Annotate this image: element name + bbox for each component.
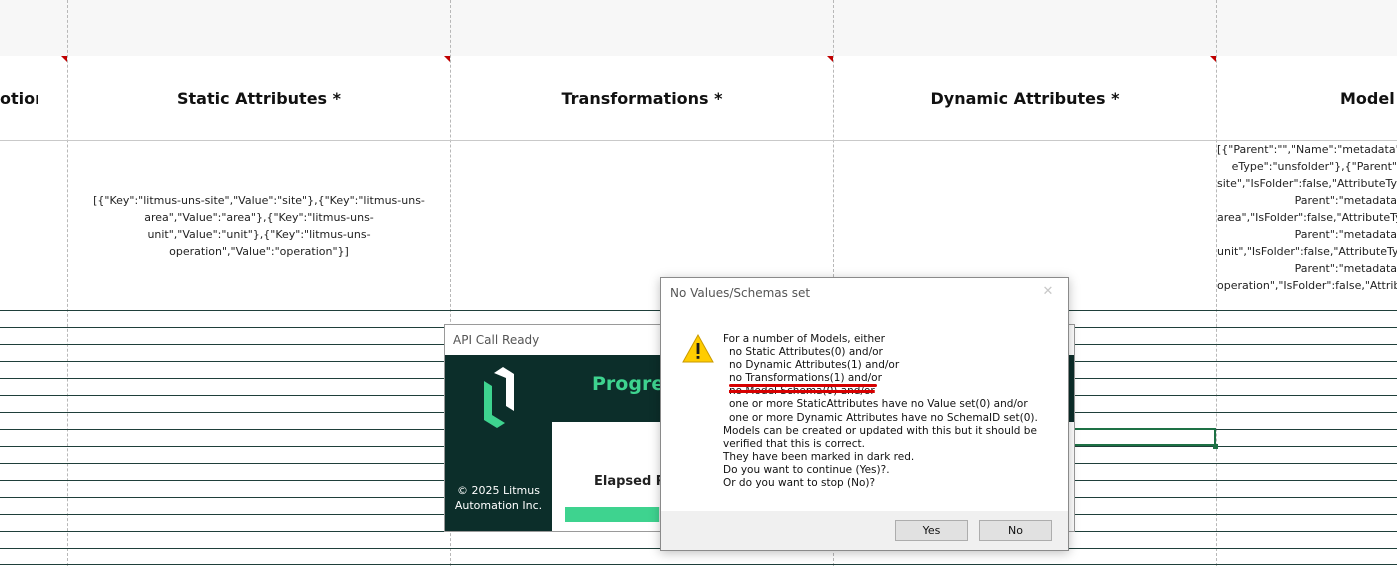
header-band (0, 0, 1397, 56)
message-line: Or do you want to stop (No)? (723, 477, 876, 490)
comment-marker (444, 56, 450, 62)
comment-marker (61, 56, 67, 62)
close-icon[interactable]: ✕ (1040, 284, 1056, 300)
message-line: no Static Attributes(0) and/or (729, 346, 883, 359)
comment-marker (1210, 56, 1216, 62)
header-separator (0, 140, 1397, 141)
dialog-footer: Yes No (661, 511, 1068, 550)
message-line: no Dynamic Attributes(1) and/or (729, 359, 900, 372)
column-header-description[interactable]: otion (0, 86, 38, 112)
message-line: For a number of Models, either (723, 333, 885, 345)
column-header-static-attributes[interactable]: Static Attributes * (68, 86, 450, 112)
dialog-message: For a number of Models, either no Static… (723, 333, 1063, 490)
selected-cell[interactable] (1073, 428, 1216, 446)
api-window-sidebar: © 2025 Litmus Automation Inc. (445, 355, 552, 531)
message-line: Models can be created or updated with th… (723, 424, 1037, 437)
yes-button[interactable]: Yes (895, 520, 968, 541)
red-annotation-underline (729, 384, 877, 387)
dialog-title: No Values/Schemas set (670, 286, 811, 300)
no-values-dialog: No Values/Schemas set ✕ For a number of … (660, 277, 1069, 551)
no-button[interactable]: No (979, 520, 1052, 541)
warning-icon (682, 333, 714, 367)
row-border (0, 564, 1397, 565)
litmus-logo-icon (481, 367, 517, 433)
column-header-dynamic-attributes[interactable]: Dynamic Attributes * (834, 86, 1216, 112)
column-header-transformations[interactable]: Transformations * (451, 86, 833, 112)
message-line: They have been marked in dark red. (723, 450, 915, 463)
model-cell[interactable]: [{"Parent":"","Name":"metadata"," eType"… (1217, 141, 1397, 294)
comment-marker (827, 56, 833, 62)
message-line-struck: no Model Schema(0) and/or (729, 385, 875, 398)
column-header-model[interactable]: Model (1340, 86, 1397, 112)
static-attributes-cell[interactable]: [{"Key":"litmus-uns-site","Value":"site"… (68, 192, 450, 260)
message-line: Do you want to continue (Yes)?. (723, 463, 890, 476)
message-line: one or more StaticAttributes have no Val… (729, 398, 1028, 411)
message-line: verified that this is correct. (723, 437, 865, 450)
column-divider (67, 0, 68, 566)
copyright-text: © 2025 Litmus Automation Inc. (454, 484, 543, 512)
message-line: one or more Dynamic Attributes have no S… (729, 411, 1038, 424)
fill-handle[interactable] (1213, 444, 1218, 449)
progress-bar-fill (565, 507, 660, 522)
